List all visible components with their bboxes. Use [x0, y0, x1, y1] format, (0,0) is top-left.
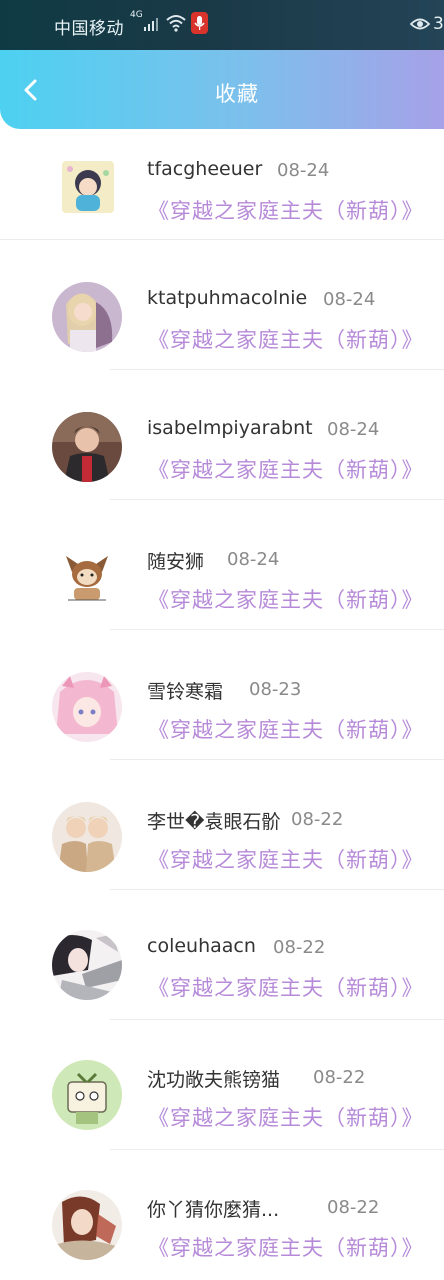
user-avatar[interactable]: [52, 802, 122, 872]
username: coleuhaacn: [147, 935, 256, 957]
favorite-item[interactable]: isabelmpiyarabnt 08-24 《穿越之家庭主夫（新葫）》: [0, 370, 444, 500]
favorite-item[interactable]: 雪铃寒霜 08-23 《穿越之家庭主夫（新葫）》: [0, 630, 444, 760]
eye-icon: [410, 18, 430, 30]
book-title-link[interactable]: 《穿越之家庭主夫（新葫）》: [148, 584, 424, 614]
favorite-date: 08-22: [313, 1067, 366, 1088]
network-type-label: 4G: [130, 10, 143, 20]
username: 随安狮: [147, 551, 205, 573]
user-avatar[interactable]: [52, 1060, 122, 1130]
favorite-item[interactable]: coleuhaacn 08-22 《穿越之家庭主夫（新葫）》: [0, 890, 444, 1020]
username: 李世�袁眼石骱: [147, 811, 281, 833]
wifi-icon: [166, 15, 186, 32]
favorite-item[interactable]: ktatpuhmacolnie 08-24 《穿越之家庭主夫（新葫）》: [0, 240, 444, 370]
username: isabelmpiyarabnt: [147, 417, 313, 439]
favorite-item[interactable]: 沈功敞夫熊镑猫 08-22 《穿越之家庭主夫（新葫）》: [0, 1020, 444, 1150]
favorite-date: 08-22: [273, 937, 326, 958]
carrier-label: 中国移动: [54, 19, 124, 39]
book-title-link[interactable]: 《穿越之家庭主夫（新葫）》: [148, 1102, 424, 1132]
user-avatar[interactable]: [52, 542, 122, 612]
favorite-date: 08-22: [327, 1197, 380, 1218]
favorite-date: 08-24: [277, 160, 330, 181]
user-avatar[interactable]: [52, 672, 122, 742]
favorite-item[interactable]: 你丫猜你麼猜... 08-22 《穿越之家庭主夫（新葫）》: [0, 1150, 444, 1280]
user-avatar[interactable]: [62, 161, 114, 213]
book-title-link[interactable]: 《穿越之家庭主夫（新葫）》: [148, 1232, 424, 1262]
book-title-link[interactable]: 《穿越之家庭主夫（新葫）》: [148, 714, 424, 744]
battery-level-label: 3: [433, 14, 444, 34]
favorite-date: 08-23: [249, 679, 302, 700]
favorite-date: 08-24: [323, 289, 376, 310]
status-bar: 中国移动 4G 3: [0, 0, 444, 50]
favorite-item[interactable]: tfacgheeuer 08-24 《穿越之家庭主夫（新葫）》: [0, 129, 444, 240]
favorite-item[interactable]: 随安狮 08-24 《穿越之家庭主夫（新葫）》: [0, 500, 444, 630]
user-avatar[interactable]: [52, 1190, 122, 1260]
username: tfacgheeuer: [147, 158, 263, 180]
book-title-link[interactable]: 《穿越之家庭主夫（新葫）》: [148, 195, 424, 225]
book-title-link[interactable]: 《穿越之家庭主夫（新葫）》: [148, 324, 424, 354]
book-title-link[interactable]: 《穿越之家庭主夫（新葫）》: [148, 844, 424, 874]
user-avatar[interactable]: [52, 412, 122, 482]
signal-icon: [144, 18, 158, 31]
favorite-date: 08-24: [227, 549, 280, 570]
book-title-link[interactable]: 《穿越之家庭主夫（新葫）》: [148, 972, 424, 1002]
favorite-item[interactable]: 李世�袁眼石骱 08-22 《穿越之家庭主夫（新葫）》: [0, 760, 444, 890]
username: 雪铃寒霜: [147, 681, 224, 703]
user-avatar[interactable]: [52, 930, 122, 1000]
book-title-link[interactable]: 《穿越之家庭主夫（新葫）》: [148, 454, 424, 484]
app-header: 收藏: [0, 50, 444, 129]
favorite-date: 08-22: [291, 809, 344, 830]
username: 沈功敞夫熊镑猫: [147, 1069, 281, 1091]
microphone-icon: [191, 12, 208, 34]
user-avatar[interactable]: [52, 282, 122, 352]
username: ktatpuhmacolnie: [147, 287, 308, 309]
page-title: 收藏: [215, 82, 259, 106]
favorite-date: 08-24: [327, 419, 380, 440]
username: 你丫猜你麼猜...: [147, 1199, 280, 1221]
